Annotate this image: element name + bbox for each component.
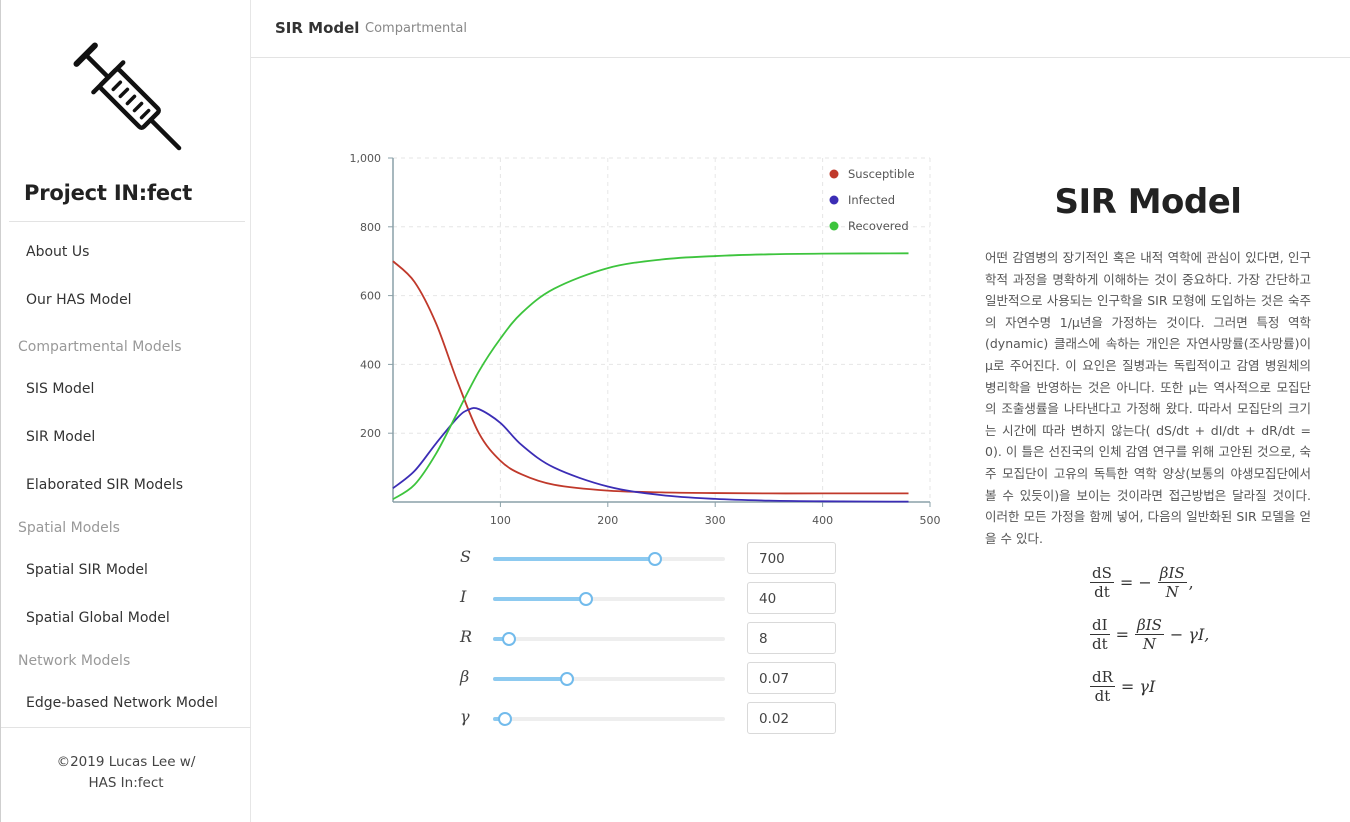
x-tick-label: 200	[597, 514, 618, 527]
sidebar-item-spatial-global[interactable]: Spatial Global Model	[26, 610, 170, 626]
eq-op: =	[1115, 625, 1130, 644]
param-input[interactable]: 0.02	[747, 702, 836, 734]
syringe-icon[interactable]	[61, 30, 191, 160]
legend-marker	[829, 195, 839, 205]
param-slider[interactable]	[493, 712, 725, 726]
legend-label: Recovered	[848, 219, 909, 233]
y-tick-label: 400	[360, 358, 381, 371]
sidebar-item-edge-network[interactable]: Edge-based Network Model	[26, 695, 218, 711]
footer-line: HAS In:fect	[88, 775, 164, 791]
series-line-infected	[392, 407, 909, 503]
param-symbol: I	[460, 587, 467, 606]
sidebar: Project IN:fect About Us Our HAS Model C…	[0, 0, 251, 822]
equation-di: dI dt = βIS N − γI,	[1088, 616, 1209, 653]
param-row: γ 0.02	[460, 702, 840, 734]
sidebar-group-spatial: Spatial Models	[18, 520, 120, 536]
divider	[9, 221, 245, 222]
y-tick-label: 200	[360, 427, 381, 440]
eq-op: − γI,	[1169, 625, 1210, 644]
sidebar-item-sir-model[interactable]: SIR Model	[26, 429, 95, 445]
slider-handle[interactable]	[648, 552, 663, 566]
legend-marker	[829, 169, 839, 179]
sidebar-item-our-has-model[interactable]: Our HAS Model	[26, 292, 132, 308]
eq-op: ,	[1188, 573, 1194, 592]
eq-den: dt	[1094, 583, 1110, 601]
sidebar-item-sis-model[interactable]: SIS Model	[26, 381, 94, 397]
slider-fill	[493, 677, 568, 681]
eq-den: N	[1142, 635, 1157, 653]
legend-marker	[829, 221, 839, 231]
page-title: SIR Model	[275, 19, 360, 37]
brand-title[interactable]: Project IN:fect	[24, 181, 192, 205]
param-input[interactable]: 700	[747, 542, 836, 574]
eq-num: βIS	[1157, 564, 1187, 583]
description-text: 어떤 감염병의 장기적인 혹은 내적 역학에 관심이 있다면, 인구학적 과정을…	[985, 250, 1311, 546]
param-row: β 0.07	[460, 662, 840, 694]
y-tick-label: 600	[360, 290, 381, 303]
slider-handle[interactable]	[497, 712, 512, 726]
chart-canvas: 200 400 600 800 1,000 100 200 300 400 500 Suscepti…	[350, 152, 941, 527]
param-slider[interactable]	[493, 632, 725, 646]
param-symbol: S	[460, 547, 471, 566]
eq-den: dt	[1094, 687, 1111, 705]
equation-ds: dS dt = − βIS N ,	[1088, 564, 1194, 601]
sidebar-group-network: Network Models	[18, 653, 131, 669]
x-tick-label: 300	[705, 514, 726, 527]
eq-num: βIS	[1135, 616, 1164, 635]
eq-op: = γI	[1120, 677, 1156, 696]
param-row: S 700	[460, 542, 840, 574]
sidebar-group-compartmental: Compartmental Models	[18, 339, 182, 355]
footer-line: ©2019 Lucas Lee w/	[56, 754, 196, 770]
series-line-recovered	[392, 252, 909, 501]
y-tick-label: 1,000	[350, 152, 382, 165]
sidebar-item-elaborated-sir[interactable]: Elaborated SIR Models	[26, 477, 183, 493]
sir-chart: 200 400 600 800 1,000 100 200 300 400 500 Suscepti…	[340, 140, 950, 540]
slider-handle[interactable]	[578, 592, 593, 606]
slider-fill	[493, 557, 656, 561]
param-input[interactable]: 8	[747, 622, 836, 654]
param-row: R8	[460, 622, 840, 654]
legend-label: Susceptible	[848, 167, 915, 181]
section-title: SIR Model	[1054, 182, 1242, 222]
x-tick-label: 500	[920, 514, 941, 527]
slider-fill	[493, 597, 586, 601]
y-tick-label: 800	[360, 221, 381, 234]
param-slider[interactable]	[493, 592, 725, 606]
eq-den: dt	[1092, 635, 1108, 653]
footer: ©2019 Lucas Lee w/ HAS In:fect	[1, 752, 251, 794]
page-subtitle: Compartmental	[365, 21, 467, 36]
param-symbol: γ	[460, 707, 470, 726]
page-header: SIR Model Compartmental	[251, 0, 1350, 58]
param-slider[interactable]	[493, 672, 725, 686]
eq-op: = −	[1119, 573, 1152, 592]
x-tick-label: 100	[490, 514, 511, 527]
equation-dr: dR dt = γI	[1088, 668, 1155, 705]
param-row: I 40	[460, 582, 840, 614]
slider-handle[interactable]	[560, 672, 575, 686]
param-input[interactable]: 0.07	[747, 662, 836, 694]
param-symbol: β	[460, 667, 470, 686]
param-symbol: R	[460, 627, 473, 646]
param-input[interactable]: 40	[747, 582, 836, 614]
param-slider[interactable]	[493, 552, 725, 566]
sidebar-item-about-us[interactable]: About Us	[26, 244, 89, 260]
x-tick-label: 400	[812, 514, 833, 527]
eq-den: N	[1165, 583, 1179, 601]
eq-num: dI	[1090, 616, 1110, 635]
eq-num: dR	[1090, 668, 1115, 687]
eq-num: dS	[1090, 564, 1114, 583]
slider-handle[interactable]	[502, 632, 517, 646]
legend-label: Infected	[848, 193, 895, 207]
sidebar-item-spatial-sir[interactable]: Spatial SIR Model	[26, 562, 148, 578]
app-root: Project IN:fect About Us Our HAS Model C…	[0, 0, 1350, 822]
divider	[1, 727, 251, 728]
